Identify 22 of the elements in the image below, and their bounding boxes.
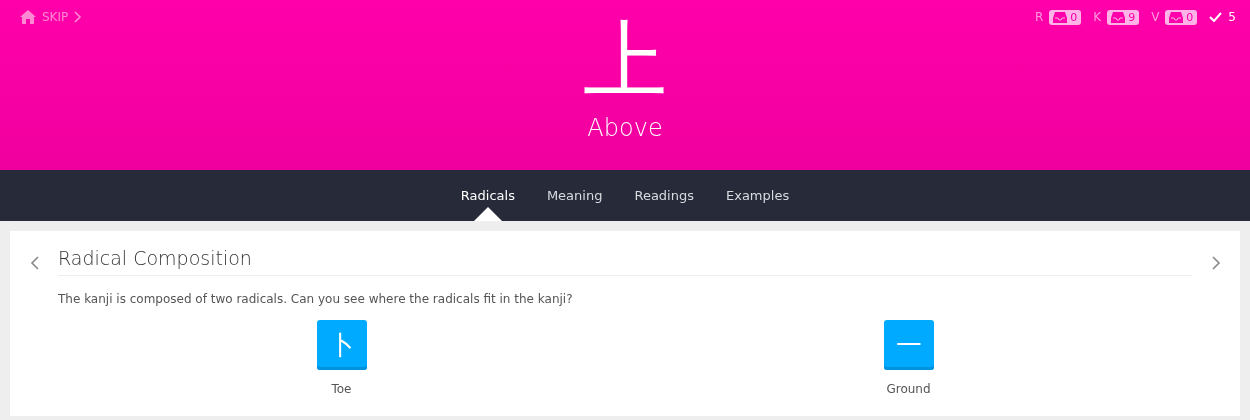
check-icon: [1209, 12, 1223, 22]
chevron-left-icon[interactable]: [29, 256, 39, 270]
count-badge: 0: [1049, 9, 1082, 25]
kanji-meaning: Above: [587, 114, 663, 142]
section-title: Radical Composition: [58, 247, 1192, 276]
tab[interactable]: Readings: [622, 170, 706, 221]
tab[interactable]: Examples: [714, 170, 802, 221]
tab[interactable]: Radicals: [448, 170, 527, 221]
radical-name: Ground: [886, 382, 931, 396]
tab[interactable]: Meaning: [534, 170, 615, 221]
count-badge: 9: [1107, 9, 1140, 25]
section-description: The kanji is composed of two radicals. Can you see where the radicals fit in the kanji?: [58, 292, 574, 306]
counter-label: R: [1034, 10, 1044, 24]
counter-label: V: [1151, 10, 1160, 24]
radical-name: Toe: [331, 382, 352, 396]
count-badge: 0: [1165, 9, 1198, 25]
chevron-right-icon: [74, 11, 83, 23]
counter-label: K: [1093, 10, 1102, 24]
home-icon: [20, 10, 36, 24]
kanji-character: 上: [583, 18, 667, 102]
chevron-right-icon[interactable]: [1211, 256, 1221, 270]
done-count: 5: [1228, 10, 1236, 24]
